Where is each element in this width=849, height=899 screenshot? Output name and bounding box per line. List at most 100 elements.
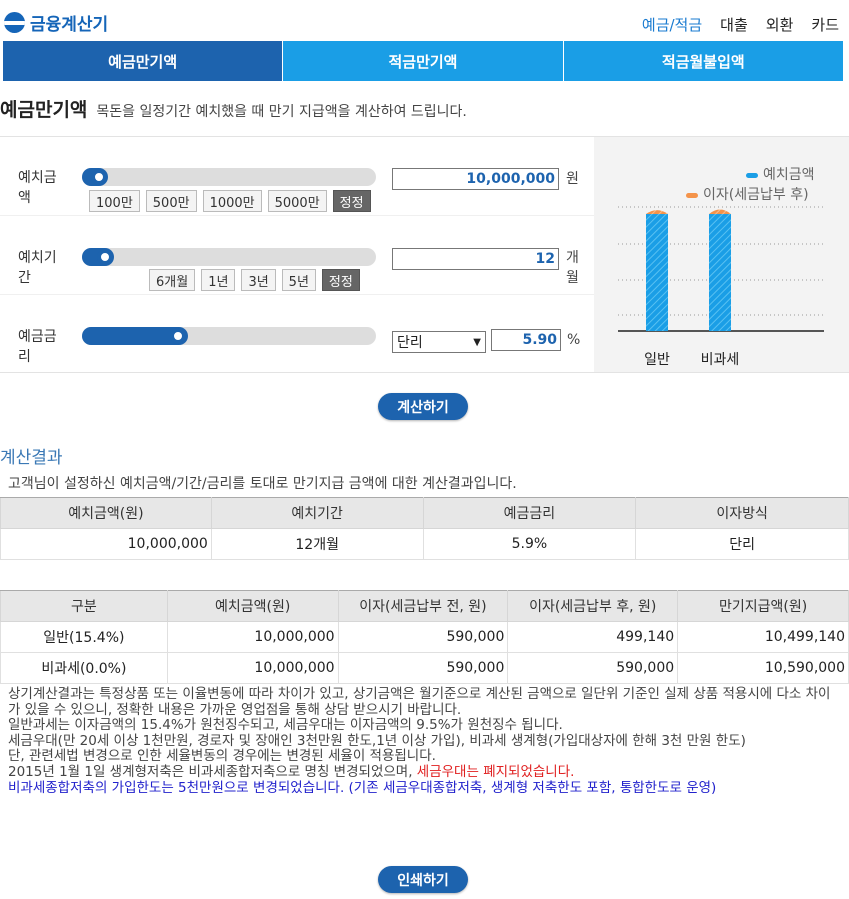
deposit-preset-500[interactable]: 500만: [145, 190, 197, 212]
detail-maturity: 10,499,140: [677, 621, 849, 653]
page-description: 목돈을 일정기간 예치했을 때 만기 지급액을 계산하여 드립니다.: [96, 104, 467, 120]
note-2: 일반과세는 이자금액의 15.4%가 원천징수되고, 세금우대는 이자금액의 9…: [8, 717, 563, 734]
chart-legend-label: 예치금액: [763, 167, 815, 183]
table-row: 비과세(0.0%) 10,000,000 590,000 590,000 10,…: [0, 652, 849, 684]
detail-deposit: 10,000,000: [166, 652, 339, 684]
summary-rate: 5.9%: [422, 528, 637, 560]
deposit-row: 예치금액 100만 500만 1000만 5000만 정정 10,000,000…: [0, 137, 594, 216]
period-row: 예치기간 6개월 1년 3년 5년 정정 12 개월: [0, 216, 594, 295]
calculator-tabs: 예금만기액 적금만기액 적금월불입액: [3, 41, 843, 81]
deposit-preset-5000[interactable]: 5000만: [267, 190, 327, 212]
rate-slider[interactable]: [82, 327, 376, 345]
period-presets: 6개월 1년 3년 5년 정정: [149, 269, 360, 291]
chart-bar-principal: [709, 214, 731, 331]
period-reset-button[interactable]: 정정: [321, 269, 360, 291]
detail-interest-post: 499,140: [507, 621, 679, 653]
chart-bar-interest: [709, 209, 731, 215]
period-slider[interactable]: [82, 248, 376, 266]
detail-type: 비과세(0.0%): [0, 652, 168, 684]
nav-deposit-savings[interactable]: 예금/적금: [642, 14, 702, 35]
summary-table: 예치금액(원) 예치기간 예금금리 이자방식 10,000,000 12개월 5…: [0, 497, 849, 560]
note-3: 세금우대(만 20세 이상 1천만원, 경로자 및 장애인 3천만원 한도,1년…: [8, 732, 746, 749]
note-5-text: 2015년 1월 1일 생계형저축은 비과세종합저축으로 명칭 변경되었으며,: [8, 763, 417, 780]
chart-panel: 예치금액이자(세금납부 후) 일반 비과세: [594, 137, 849, 372]
deposit-preset-100[interactable]: 100만: [89, 190, 140, 212]
interest-method-select[interactable]: 단리 ▼: [392, 331, 486, 353]
top-nav: 예금/적금 대출 외환 카드: [642, 14, 839, 35]
detail-maturity: 10,590,000: [677, 652, 849, 684]
interest-method-value: 단리: [397, 335, 423, 351]
nav-loan[interactable]: 대출: [720, 14, 748, 35]
logo-text: 금융계산기: [30, 15, 109, 35]
deposit-slider-handle[interactable]: [90, 169, 107, 185]
rate-label: 예금금리: [18, 329, 57, 365]
summary-header-rate: 예금금리: [422, 497, 637, 529]
note-6: 비과세종합저축의 가입한도는 5천만원으로 변경되었습니다. (기존 세금우대종…: [8, 779, 717, 796]
tab-savings-maturity[interactable]: 적금만기액: [283, 41, 564, 81]
deposit-reset-button[interactable]: 정정: [332, 190, 371, 212]
chart-bar-interest: [646, 210, 668, 215]
nav-exchange[interactable]: 외환: [766, 14, 794, 35]
maturity-chart: 예치금액이자(세금납부 후) 일반 비과세: [618, 167, 824, 368]
tab-deposit-maturity[interactable]: 예금만기액: [3, 41, 284, 81]
detail-header-interest-pre: 이자(세금납부 전, 원): [337, 590, 509, 622]
rate-input[interactable]: 5.90: [491, 329, 561, 351]
notes: 상기계산결과는 특정상품 또는 이율변동에 따라 차이가 있고, 상기금액은 월…: [8, 686, 838, 796]
table-row: 일반(15.4%) 10,000,000 590,000 499,140 10,…: [0, 621, 849, 653]
chart-legend-swatch: [686, 193, 698, 198]
period-label: 예치기간: [18, 250, 57, 286]
period-preset-6m[interactable]: 6개월: [149, 269, 196, 291]
deposit-label: 예치금액: [18, 170, 57, 206]
deposit-amount-input[interactable]: 10,000,000: [392, 168, 559, 190]
calculate-button[interactable]: 계산하기: [378, 393, 468, 420]
app-header: 금융계산기 예금/적금 대출 외환 카드: [0, 0, 849, 41]
print-button[interactable]: 인쇄하기: [378, 866, 468, 893]
rate-row: 예금금리 5.90 %: [0, 295, 594, 374]
logo[interactable]: 금융계산기: [4, 10, 108, 35]
summary-header-period: 예치기간: [210, 497, 424, 529]
deposit-slider[interactable]: [82, 168, 376, 186]
summary-header-deposit: 예치금액(원): [0, 497, 212, 529]
nav-card[interactable]: 카드: [811, 14, 839, 35]
period-preset-1y[interactable]: 1년: [201, 269, 236, 291]
summary-header-method: 이자방식: [635, 497, 849, 529]
deposit-presets: 100만 500만 1000만 5000만 정정: [89, 190, 371, 212]
summary-row: 10,000,000 12개월 5.9% 단리: [0, 528, 849, 560]
detail-header-maturity: 만기지급액(원): [677, 590, 849, 622]
detail-header-interest-post: 이자(세금납부 후, 원): [507, 590, 679, 622]
note-1: 상기계산결과는 특정상품 또는 이율변동에 따라 차이가 있고, 상기금액은 월…: [8, 686, 831, 718]
input-panel: 예치금액 100만 500만 1000만 5000만 정정 10,000,000…: [0, 136, 849, 373]
note-5-highlight: 세금우대는 폐지되었습니다.: [416, 763, 575, 780]
rate-unit: %: [567, 332, 581, 348]
result-title: 계산결과: [0, 448, 63, 468]
chart-legend-label: 이자(세금납부 후): [703, 187, 809, 203]
detail-interest-post: 590,000: [507, 652, 679, 684]
chart-legend-swatch: [746, 173, 758, 178]
detail-header-row: 구분 예치금액(원) 이자(세금납부 전, 원) 이자(세금납부 후, 원) 만…: [0, 590, 849, 622]
period-unit: 개월: [566, 250, 579, 286]
detail-interest-pre: 590,000: [337, 652, 509, 684]
period-slider-handle[interactable]: [96, 249, 113, 265]
chart-x-label: 비과세: [701, 352, 740, 368]
chart-bar-principal: [646, 214, 668, 331]
page-heading: 예금만기액 목돈을 일정기간 예치했을 때 만기 지급액을 계산하여 드립니다.: [0, 95, 467, 122]
tab-savings-monthly[interactable]: 적금월불입액: [563, 41, 843, 81]
summary-period: 12개월: [210, 528, 424, 560]
detail-header-type: 구분: [0, 590, 168, 622]
note-5: 2015년 1월 1일 생계형저축은 비과세종합저축으로 명칭 변경되었으며, …: [8, 763, 838, 781]
detail-interest-pre: 590,000: [337, 621, 509, 653]
logo-icon: [4, 12, 25, 33]
summary-method: 단리: [635, 528, 849, 560]
note-4: 단, 관련세법 변경으로 인한 세율변동의 경우에는 변경된 세율이 적용됩니다…: [8, 748, 436, 765]
result-description: 고객님이 설정하신 예치금액/기간/금리를 토대로 만기지급 금액에 대한 계산…: [8, 476, 517, 492]
detail-type: 일반(15.4%): [0, 621, 168, 653]
page-title: 예금만기액: [0, 99, 88, 121]
chart-x-label: 일반: [644, 352, 670, 368]
chevron-down-icon: ▼: [473, 336, 481, 348]
summary-header-row: 예치금액(원) 예치기간 예금금리 이자방식: [0, 497, 849, 529]
period-preset-3y[interactable]: 3년: [241, 269, 276, 291]
period-preset-5y[interactable]: 5년: [281, 269, 316, 291]
period-input[interactable]: 12: [392, 248, 559, 270]
summary-deposit: 10,000,000: [0, 528, 212, 560]
deposit-preset-1000[interactable]: 1000만: [202, 190, 262, 212]
